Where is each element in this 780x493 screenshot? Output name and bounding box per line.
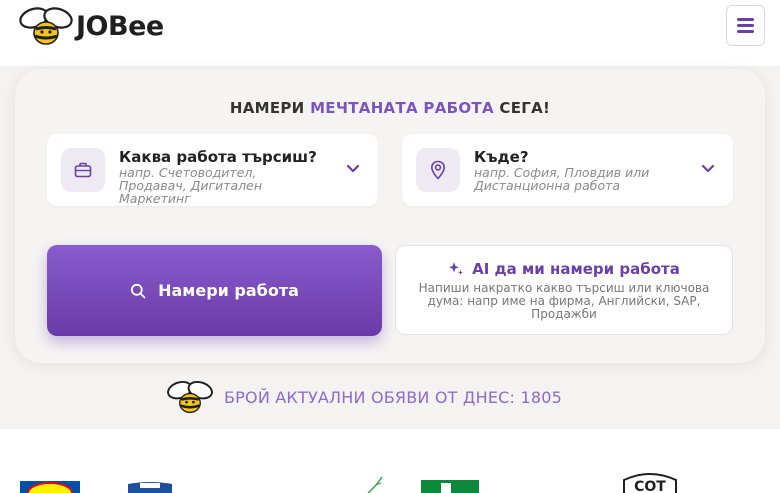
search-button-label: Намери работа	[158, 281, 299, 300]
location-pin-icon	[416, 148, 460, 192]
green-logo[interactable]	[421, 480, 479, 493]
counter-label: БРОЙ АКТУАЛНИ ОБЯВИ ОТ ДНЕС:	[224, 387, 516, 407]
ai-title-text: AI да ми намери работа	[472, 260, 680, 278]
bee-icon	[19, 7, 73, 45]
hamburger-icon-line	[737, 30, 754, 33]
partner-logos-strip: СОТ	[0, 429, 780, 493]
ai-search-box[interactable]: AI да ми намери работа Напиши накратко к…	[395, 245, 733, 335]
briefcase-icon	[61, 148, 105, 192]
leaf-logo[interactable]	[366, 476, 386, 493]
hamburger-icon-line	[737, 24, 754, 27]
ai-description: Напиши накратко какво търсиш или ключова…	[418, 281, 710, 321]
counter-text: БРОЙ АКТУАЛНИ ОБЯВИ ОТ ДНЕС: 1805	[224, 388, 562, 407]
job-field-label: Каква работа търсиш?	[119, 148, 317, 166]
headline-accent: МЕЧТАНАТА РАБОТА	[310, 99, 494, 117]
chevron-down-icon[interactable]	[346, 164, 360, 174]
hamburger-icon-line	[737, 18, 754, 21]
job-field-placeholder: напр. Счетоводител, Продавач, Дигитален …	[119, 165, 263, 206]
chevron-down-icon[interactable]	[701, 164, 715, 174]
top-bar: JOBee	[0, 0, 780, 66]
hero-headline: НАМЕРИ МЕЧТАНАТА РАБОТА СЕГА!	[15, 99, 765, 117]
search-icon	[130, 283, 146, 298]
lidl-logo[interactable]	[20, 481, 80, 493]
bee-icon	[167, 380, 213, 414]
job-counter: БРОЙ АКТУАЛНИ ОБЯВИ ОТ ДНЕС: 1805	[166, 378, 562, 416]
job-field[interactable]: Каква работа търсиш? напр. Счетоводител,…	[47, 134, 378, 206]
ai-title: AI да ми намери работа	[396, 260, 732, 278]
brand-logo[interactable]: JOBee	[18, 5, 164, 47]
location-field[interactable]: Къде? напр. София, Пловдив или Дистанцио…	[402, 134, 733, 206]
svg-text:СОТ: СОТ	[634, 479, 666, 493]
search-button[interactable]: Намери работа	[47, 245, 382, 336]
brand-name: JOBee	[76, 10, 164, 42]
search-card: НАМЕРИ МЕЧТАНАТА РАБОТА СЕГА! Каква рабо…	[15, 69, 765, 363]
sot-badge-logo[interactable]	[126, 481, 174, 493]
sot-logo[interactable]: СОТ	[621, 472, 679, 493]
location-field-label: Къде?	[474, 148, 529, 166]
location-field-placeholder: напр. София, Пловдив или Дистанционна ра…	[474, 165, 650, 193]
headline-pre: НАМЕРИ	[229, 99, 305, 117]
sparkle-icon	[449, 262, 464, 275]
headline-post: СЕГА!	[499, 99, 551, 117]
menu-button[interactable]	[726, 5, 765, 46]
counter-value: 1805	[520, 387, 562, 407]
